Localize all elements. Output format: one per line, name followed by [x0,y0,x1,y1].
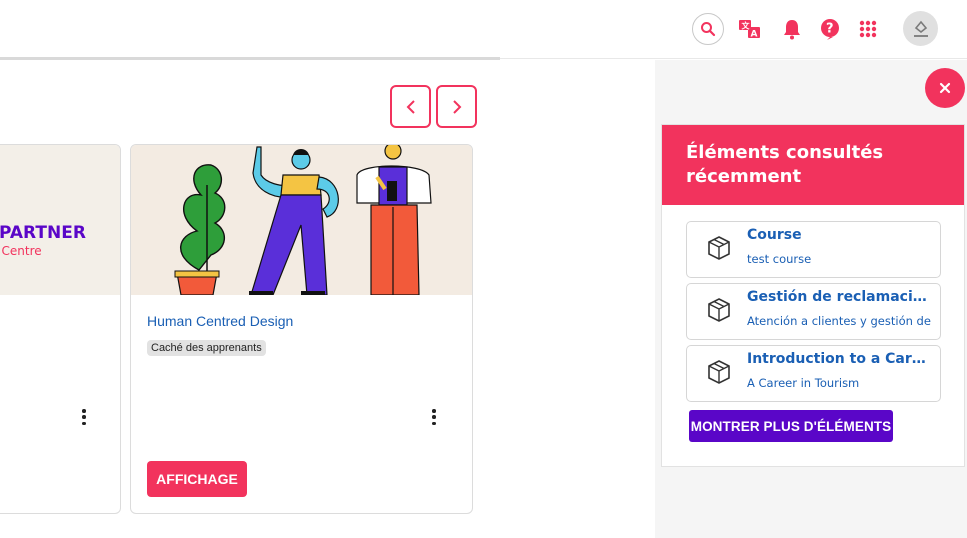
box-icon [708,236,730,260]
close-icon [939,82,951,94]
help-icon: ? [821,19,839,40]
apps-button[interactable] [853,14,883,44]
recent-item-title: Gestión de reclamaciones [747,289,933,305]
card-menu-button[interactable] [79,407,89,427]
recent-item[interactable]: Course test course [686,221,941,278]
recent-item-title: Course [747,227,802,243]
box-icon [708,298,730,322]
view-course-button[interactable]: AFFICHAGE [147,461,247,497]
more-vertical-icon [82,409,86,413]
show-more-items-button[interactable]: MONTRER PLUS D'ÉLÉMENTS [689,410,893,442]
recent-items-panel: Éléments consultés récemment Course test… [661,124,965,467]
panel-title: Éléments consultés récemment [686,142,884,187]
chevron-right-icon [452,99,461,114]
chevron-left-icon [406,99,415,114]
notifications-button[interactable] [777,14,807,44]
panel-header: Éléments consultés récemment [662,125,964,205]
recent-item-subtitle: Atención a clientes y gestión de [747,314,931,328]
help-button[interactable]: ? [815,14,845,44]
svg-text:A: A [751,30,758,40]
svg-text:文: 文 [742,21,751,31]
bell-icon [784,20,800,40]
recent-item-subtitle: test course [747,252,812,266]
more-vertical-icon [432,409,436,413]
recent-item[interactable]: Gestión de reclamaciones Atención a clie… [686,283,941,340]
translate-icon: 文 A [739,20,760,40]
hidden-status-badge: Caché des apprenants [147,340,266,356]
box-icon [708,360,730,384]
svg-text:?: ? [826,22,834,37]
search-button[interactable] [692,13,724,45]
partner-logo-text: PARTNER [0,223,86,243]
carousel-prev-button[interactable] [390,85,431,128]
search-icon [701,22,716,37]
course-card[interactable]: PARTNER t Centre [0,144,121,514]
card-menu-button[interactable] [429,407,439,427]
close-drawer-button[interactable] [925,68,965,108]
recent-item-subtitle: A Career in Tourism [747,376,860,390]
translate-button[interactable]: 文 A [735,14,765,44]
illustration-image [174,145,432,295]
recent-item[interactable]: Introduction to a Career in Tourism A Ca… [686,345,941,402]
course-card[interactable]: Human Centred Design Caché des apprenant… [130,144,473,514]
user-avatar-button[interactable] [903,11,938,46]
recent-item-title: Introduction to a Career in Tourism [747,351,933,367]
carousel-next-button[interactable] [436,85,477,128]
course-title-link[interactable]: Human Centred Design [147,313,293,329]
card-thumbnail: PARTNER t Centre [0,145,120,295]
avatar-icon [913,20,928,37]
card-thumbnail [131,145,472,295]
apps-grid-icon [859,20,877,38]
partner-logo-subtext: t Centre [0,244,42,258]
